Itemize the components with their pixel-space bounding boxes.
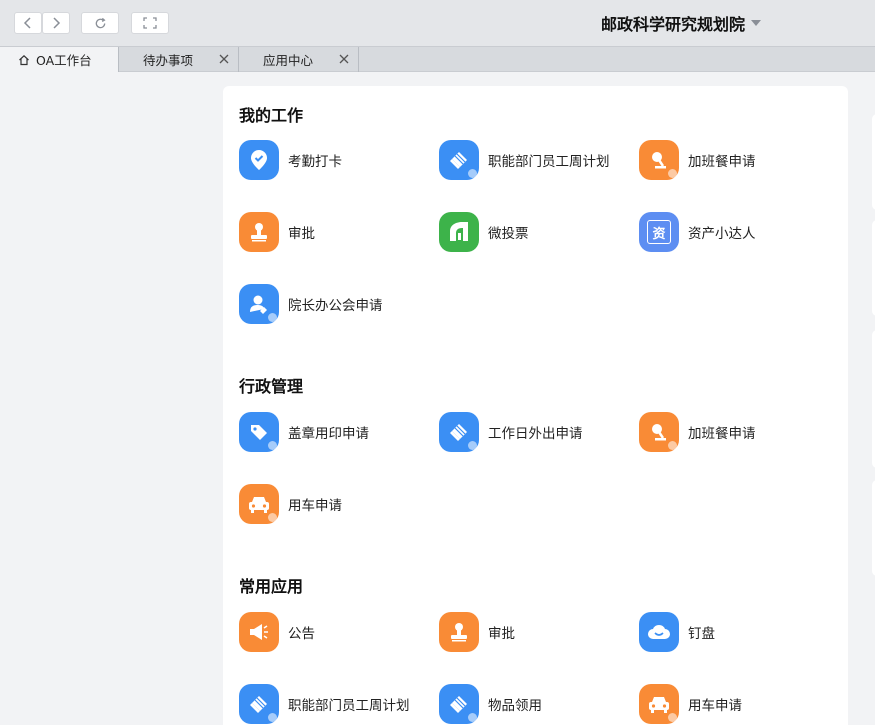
tab-app-center[interactable]: 应用中心	[239, 47, 359, 72]
refresh-button[interactable]	[81, 12, 119, 34]
tag-icon	[239, 412, 279, 452]
close-icon[interactable]	[218, 53, 230, 65]
tab-label: 应用中心	[263, 53, 314, 68]
app-car-request[interactable]: 用车申请	[239, 484, 342, 524]
app-label: 工作日外出申请	[488, 426, 583, 442]
app-label: 加班餐申请	[688, 426, 756, 442]
app-approval[interactable]: 审批	[239, 212, 315, 252]
caret-down-icon	[751, 20, 762, 26]
app-attendance[interactable]: 考勤打卡	[239, 140, 342, 180]
app-label: 加班餐申请	[688, 154, 756, 170]
work-panel: 我的工作 考勤打卡 职能部门员工周计划 加班餐申请 审批 微投票 资 资产小达人…	[223, 86, 848, 725]
fullscreen-button[interactable]	[131, 12, 169, 34]
app-car-request-common[interactable]: 用车申请	[639, 684, 742, 724]
sub-badge-icon	[668, 169, 677, 178]
app-label: 职能部门员工周计划	[488, 154, 610, 170]
app-label: 审批	[288, 226, 315, 242]
app-dean-meeting[interactable]: 院长办公会申请	[239, 284, 383, 324]
chevron-right-icon	[53, 17, 61, 29]
app-label: 职能部门员工周计划	[288, 698, 410, 714]
tab-label: 待办事项	[143, 53, 194, 68]
section-title: 行政管理	[239, 377, 304, 396]
back-button[interactable]	[14, 12, 42, 34]
fullscreen-icon	[143, 17, 157, 29]
sub-badge-icon	[268, 713, 277, 722]
app-overtime-meal-admin[interactable]: 加班餐申请	[639, 412, 756, 452]
sub-badge-icon	[468, 169, 477, 178]
app-label: 院长办公会申请	[288, 298, 383, 314]
cloud-icon	[639, 612, 679, 652]
app-label: 公告	[288, 626, 315, 642]
app-label: 审批	[488, 626, 515, 642]
home-icon	[19, 54, 29, 65]
brush-icon	[439, 412, 479, 452]
sub-badge-icon	[268, 513, 277, 522]
sub-badge-icon	[468, 441, 477, 450]
top-bar: 邮政科学研究规划院	[0, 0, 875, 46]
app-approval-common[interactable]: 审批	[439, 612, 515, 652]
sub-badge-icon	[468, 713, 477, 722]
section-title: 我的工作	[239, 106, 304, 125]
location-check-icon	[239, 140, 279, 180]
app-label: 钉盘	[688, 626, 715, 642]
close-icon[interactable]	[338, 53, 350, 65]
tab-todo[interactable]: 待办事项	[119, 47, 239, 72]
app-label: 微投票	[488, 226, 529, 242]
sub-badge-icon	[668, 441, 677, 450]
sub-badge-icon	[268, 441, 277, 450]
refresh-icon	[95, 17, 106, 28]
app-label: 盖章用印申请	[288, 426, 369, 442]
tab-label: OA工作台	[36, 53, 92, 68]
sub-badge-icon	[668, 713, 677, 722]
app-seal-request[interactable]: 盖章用印申请	[239, 412, 369, 452]
lamp-icon	[639, 412, 679, 452]
app-label: 考勤打卡	[288, 154, 342, 170]
person-icon	[239, 284, 279, 324]
org-switcher[interactable]: 邮政科学研究规划院	[601, 12, 762, 34]
app-micro-vote[interactable]: 微投票	[439, 212, 529, 252]
megaphone-icon	[239, 612, 279, 652]
app-weekly-plan[interactable]: 职能部门员工周计划	[439, 140, 610, 180]
app-label: 用车申请	[688, 698, 742, 714]
vote-box-icon	[439, 212, 479, 252]
app-item-requisition[interactable]: 物品领用	[439, 684, 542, 724]
stamp-icon	[439, 612, 479, 652]
stamp-icon	[239, 212, 279, 252]
app-ding-disk[interactable]: 钉盘	[639, 612, 715, 652]
tab-bar: OA工作台 待办事项 应用中心	[0, 46, 875, 72]
brush-icon	[239, 684, 279, 724]
app-announcement[interactable]: 公告	[239, 612, 315, 652]
app-weekly-plan-common[interactable]: 职能部门员工周计划	[239, 684, 410, 724]
app-workday-out[interactable]: 工作日外出申请	[439, 412, 583, 452]
right-side-cards	[862, 86, 875, 725]
app-asset-helper[interactable]: 资 资产小达人	[639, 212, 756, 252]
app-label: 资产小达人	[688, 226, 756, 242]
car-icon	[639, 684, 679, 724]
sub-badge-icon	[268, 313, 277, 322]
section-title: 常用应用	[239, 577, 304, 596]
forward-button[interactable]	[42, 12, 70, 34]
chevron-left-icon	[23, 17, 31, 29]
org-name: 邮政科学研究规划院	[601, 15, 746, 34]
app-overtime-meal[interactable]: 加班餐申请	[639, 140, 756, 180]
brush-icon	[439, 140, 479, 180]
lamp-icon	[639, 140, 679, 180]
app-label: 物品领用	[488, 698, 542, 714]
tab-oa-workbench[interactable]: OA工作台	[0, 47, 119, 72]
car-icon	[239, 484, 279, 524]
app-label: 用车申请	[288, 498, 342, 514]
asset-glyph: 资	[647, 220, 671, 244]
brush-icon	[439, 684, 479, 724]
asset-icon: 资	[639, 212, 679, 252]
